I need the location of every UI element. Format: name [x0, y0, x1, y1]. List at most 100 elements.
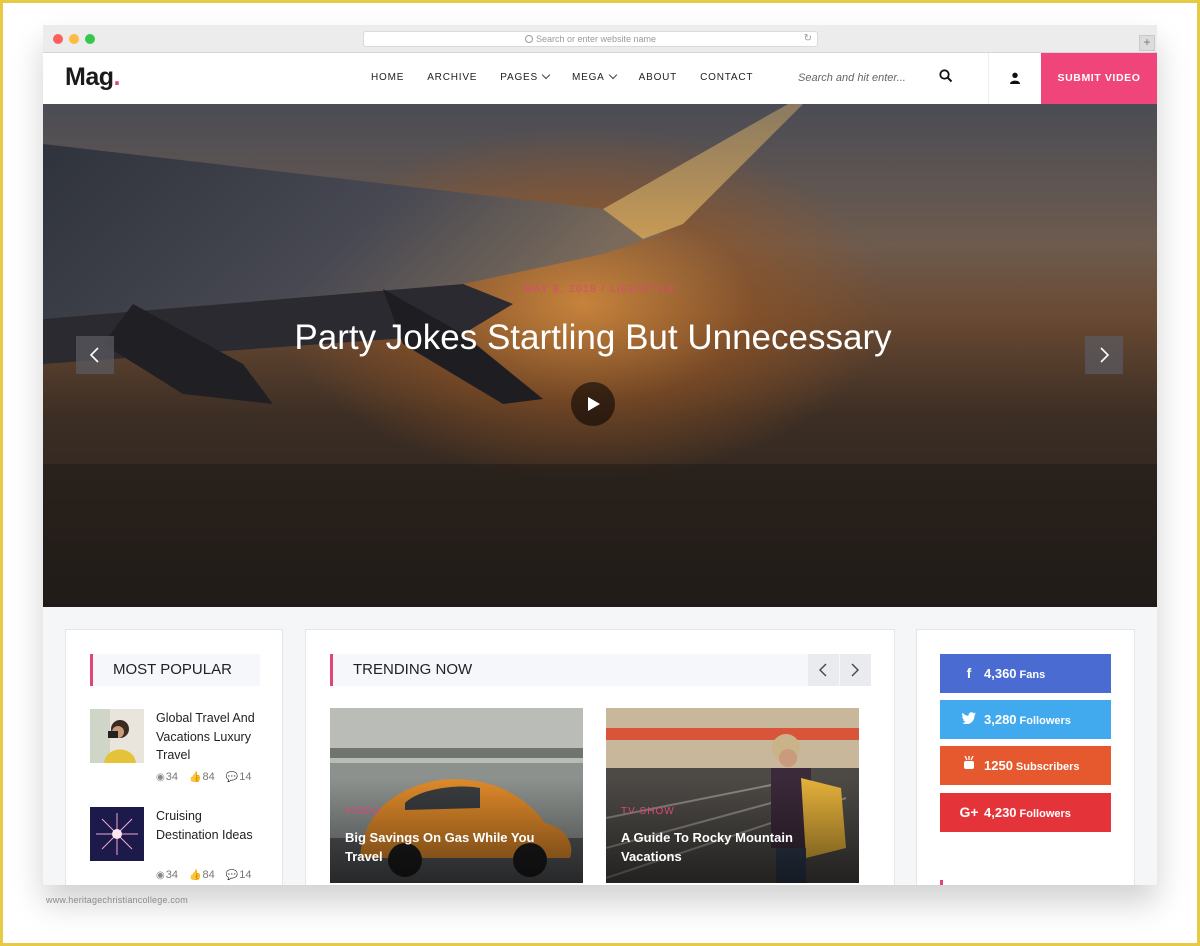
user-icon [1010, 72, 1020, 84]
play-icon [588, 397, 600, 411]
googleplus-count: 4,230 [984, 805, 1017, 820]
nav-item-archive[interactable]: ARCHIVE [427, 72, 477, 83]
trending-card[interactable]: VIDEO Big Savings On Gas While You Trave… [330, 708, 583, 883]
post-stats: ◉34 👍84 💬14 [156, 869, 260, 881]
user-account-button[interactable] [988, 53, 1040, 104]
comments-stat: 💬14 [226, 771, 252, 783]
comment-icon: 💬 [225, 772, 239, 783]
likes-count: 84 [202, 771, 215, 783]
watermark-text: www.heritagechristiancollege.com [46, 895, 188, 905]
trending-next-button[interactable] [840, 654, 871, 686]
likes-count: 84 [202, 869, 215, 881]
nav-item-about[interactable]: ABOUT [639, 72, 677, 83]
eye-icon: ◉ [156, 870, 165, 881]
facebook-count: 4,360 [984, 666, 1017, 681]
hero-meta: MAY 8, 2018 / LIFESTYLE [523, 284, 677, 295]
comment-icon: 💬 [225, 870, 239, 881]
hero-slider: MAY 8, 2018 / LIFESTYLE Party Jokes Star… [43, 104, 1157, 607]
views-count: 34 [165, 869, 178, 881]
submit-video-button[interactable]: SUBMIT VIDEO [1041, 53, 1157, 104]
youtube-subscribers-button[interactable]: 1250 Subscribers [940, 746, 1111, 785]
twitter-count: 3,280 [984, 712, 1017, 727]
views-count: 34 [165, 771, 178, 783]
hero-prev-button[interactable] [76, 336, 114, 374]
most-popular-widget: MOST POPULAR Global Travel And Vacations… [65, 629, 283, 885]
views-stat: ◉34 [156, 771, 178, 783]
googleplus-unit: Followers [1019, 808, 1071, 820]
minimize-window-button[interactable] [69, 34, 79, 44]
trending-category[interactable]: VIDEO [345, 806, 381, 817]
chevron-left-icon [89, 347, 99, 363]
section-accent-bar [940, 880, 943, 885]
post-stats: ◉34 👍84 💬14 [156, 771, 260, 783]
eye-icon: ◉ [156, 772, 165, 783]
comments-count: 14 [239, 771, 252, 783]
views-stat: ◉34 [156, 869, 178, 881]
main-nav: HOME ARCHIVE PAGES MEGA ABOUT CONTACT [371, 70, 776, 83]
new-tab-button[interactable]: + [1139, 35, 1155, 51]
post-thumbnail[interactable] [90, 709, 144, 763]
maximize-window-button[interactable] [85, 34, 95, 44]
list-item[interactable]: Global Travel And Vacations Luxury Trave… [90, 709, 266, 789]
site-search-input[interactable] [798, 69, 928, 87]
site-logo[interactable]: Mag. [65, 63, 120, 92]
likes-stat: 👍84 [189, 869, 215, 881]
search-icon [524, 35, 533, 43]
post-thumbnail[interactable] [90, 807, 144, 861]
chevron-right-icon [1100, 347, 1110, 363]
youtube-icon [954, 746, 984, 785]
site-header: Mag. HOME ARCHIVE PAGES MEGA ABOUT CONTA… [43, 53, 1157, 104]
youtube-unit: Subscribers [1015, 761, 1080, 773]
hero-next-button[interactable] [1085, 336, 1123, 374]
comments-stat: 💬14 [226, 869, 252, 881]
trending-now-title: TRENDING NOW [330, 654, 870, 686]
trending-title[interactable]: A Guide To Rocky Mountain Vacations [621, 828, 821, 866]
logo-text: Mag [65, 63, 114, 91]
facebook-icon: f [966, 665, 972, 681]
hero-title[interactable]: Party Jokes Startling But Unnecessary [43, 318, 1143, 358]
google-plus-icon: G+ [959, 804, 979, 820]
chevron-right-icon [851, 663, 859, 677]
facebook-fans-button[interactable]: f 4,360 Fans [940, 654, 1111, 693]
googleplus-followers-button[interactable]: G+ 4,230 Followers [940, 793, 1111, 832]
post-title[interactable]: Cruising Destination Ideas [156, 807, 266, 844]
facebook-unit: Fans [1019, 669, 1046, 681]
nav-item-home[interactable]: HOME [371, 72, 404, 83]
chevron-down-icon [608, 70, 617, 80]
browser-chrome: Search or enter website name ↻ + [43, 25, 1157, 53]
likes-stat: 👍84 [189, 771, 215, 783]
trending-card[interactable]: TV SHOW A Guide To Rocky Mountain Vacati… [606, 708, 859, 883]
youtube-count: 1250 [984, 758, 1013, 773]
firework-image [90, 807, 144, 861]
twitter-unit: Followers [1019, 715, 1071, 727]
youtube-glyph-icon [964, 755, 974, 769]
chevron-down-icon [541, 70, 551, 80]
trending-category[interactable]: TV SHOW [621, 806, 675, 817]
nav-item-pages-label: PAGES [500, 72, 538, 83]
twitter-followers-button[interactable]: 3,280 Followers [940, 700, 1111, 739]
nav-item-pages[interactable]: PAGES [500, 70, 551, 83]
nav-item-mega[interactable]: MEGA [571, 70, 617, 83]
nav-item-mega-label: MEGA [571, 72, 605, 83]
search-icon [939, 69, 953, 83]
trending-title[interactable]: Big Savings On Gas While You Travel [345, 828, 545, 866]
play-video-button[interactable] [571, 382, 615, 426]
browser-window: Search or enter website name ↻ + Mag. HO… [43, 25, 1157, 885]
close-window-button[interactable] [53, 34, 63, 44]
thumbs-up-icon: 👍 [189, 870, 202, 881]
address-bar[interactable]: Search or enter website name ↻ [363, 31, 818, 47]
post-title[interactable]: Global Travel And Vacations Luxury Trave… [156, 709, 266, 765]
search-button[interactable] [939, 69, 955, 85]
twitter-icon [954, 700, 984, 739]
comments-count: 14 [239, 869, 252, 881]
twitter-bird-icon [962, 712, 976, 725]
address-bar-placeholder: Search or enter website name [535, 34, 657, 44]
social-counter-widget: f 4,360 Fans 3,280 Followers 1250 Subscriber… [916, 629, 1135, 885]
chevron-left-icon [819, 663, 827, 677]
trending-prev-button[interactable] [808, 654, 839, 686]
reload-icon[interactable]: ↻ [804, 32, 812, 46]
most-popular-title: MOST POPULAR [90, 654, 260, 686]
list-item[interactable]: Cruising Destination Ideas ◉34 👍84 💬14 [90, 807, 266, 885]
nav-item-contact[interactable]: CONTACT [700, 72, 753, 83]
trending-now-widget: TRENDING NOW VIDEO Big Savings On Gas Wh… [305, 629, 895, 885]
